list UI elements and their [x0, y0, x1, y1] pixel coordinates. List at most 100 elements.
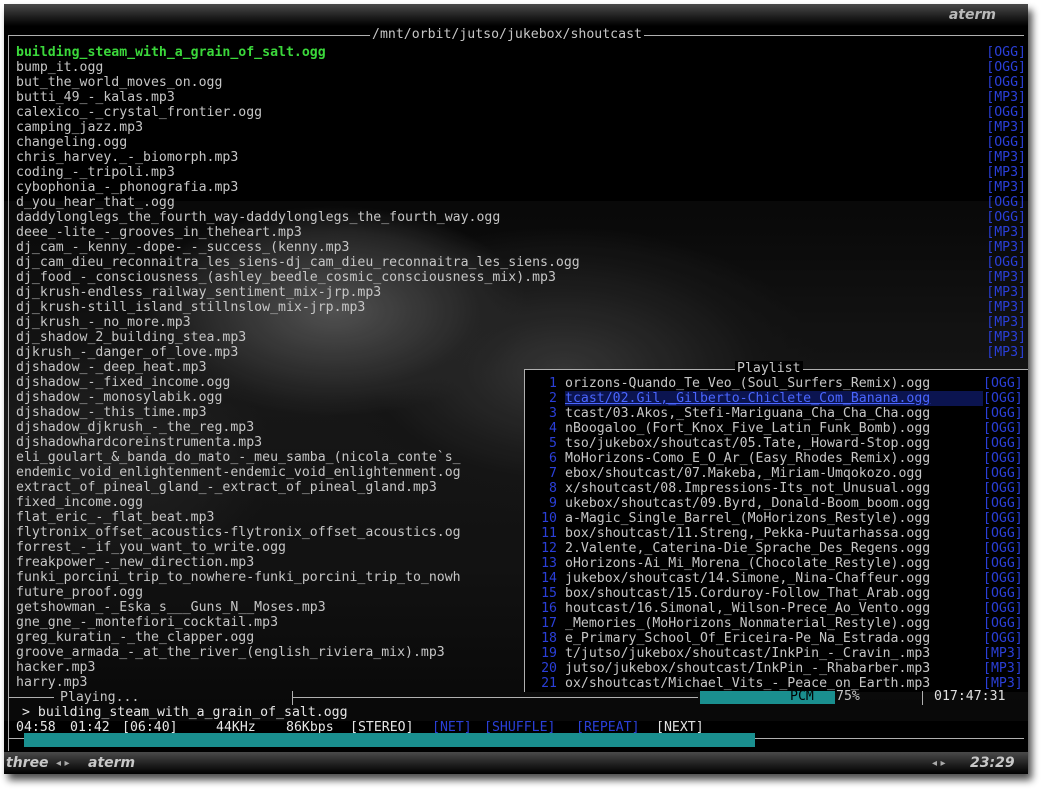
- file-row[interactable]: dj_shadow_2_building_stea.mp3 [MP3]: [16, 330, 1026, 345]
- playlist-number: 3: [549, 406, 557, 421]
- playlist-row[interactable]: 14 jukebox/shoutcast/14.Simone,_Nina-Chaf…: [527, 571, 1027, 586]
- playlist-track: e_Primary_School_Of_Ericeira-Pe_Na_Estra…: [565, 631, 931, 646]
- playlist-number: 6: [549, 451, 557, 466]
- playlist-row[interactable]: 20 jutso/jukebox/shoutcast/InkPin_-_Rhaba…: [527, 661, 1027, 676]
- playlist-items[interactable]: 1 orizons-Quando_Te_Veo_(Soul_Surfers_Rem…: [527, 376, 1027, 691]
- playlist-number: 18: [541, 631, 557, 646]
- playlist-track: ebox/shoutcast/07.Makeba,_Miriam-Umqokoz…: [565, 466, 923, 481]
- file-row[interactable]: cybophonia_-_phonografia.mp3 [MP3]: [16, 180, 1026, 195]
- playlist-row[interactable]: 18 e_Primary_School_Of_Ericeira-Pe_Na_Est…: [527, 631, 1027, 646]
- prev-window-icon[interactable]: ◂ ▸: [932, 758, 946, 769]
- playlist-row[interactable]: 17 _Memories_(MoHorizons_Nonmaterial_Rest…: [527, 616, 1027, 631]
- playlist-number: 15: [541, 586, 557, 601]
- file-row[interactable]: deee_-lite_-_grooves_in_theheart.mp3 [MP3…: [16, 225, 1026, 240]
- file-type: [OGG]: [986, 255, 1026, 270]
- playlist-row[interactable]: 5 tso/jukebox/shoutcast/05.Tate,_Howard-S…: [527, 436, 1027, 451]
- playlist-row[interactable]: 16 houtcast/16.Simonal,_Wilson-Prece_Ao_V…: [527, 601, 1027, 616]
- playlist-track: oHorizons-Ai_Mi_Morena_(Chocolate_Restyl…: [565, 556, 931, 571]
- file-row[interactable]: dj_cam_dieu_reconnaitra_les_siens-dj_cam…: [16, 255, 1026, 270]
- status-panel: Playing... PCM 75% 017:47:31 > building_…: [4, 689, 1028, 756]
- file-row[interactable]: d_you_hear_that_.ogg [OGG]: [16, 195, 1026, 210]
- playlist-type: [OGG]: [983, 421, 1023, 436]
- file-row[interactable]: building_steam_with_a_grain_of_salt.ogg […: [16, 45, 1026, 60]
- playlist-row[interactable]: 4 nBoogaloo_(Fort_Knox_Five_Latin_Funk_Bo…: [527, 421, 1027, 436]
- file-row[interactable]: dj_krush-endless_railway_sentiment_mix-j…: [16, 285, 1026, 300]
- file-row[interactable]: butti_49_-_kalas.mp3 [MP3]: [16, 90, 1026, 105]
- file-row[interactable]: dj_krush_-_no_more.mp3 [MP3]: [16, 315, 1026, 330]
- file-name: dj_krush-still_island_stillnslow_mix-jrp…: [16, 300, 366, 315]
- file-type: [MP3]: [986, 240, 1026, 255]
- file-type: [MP3]: [986, 345, 1026, 360]
- taskbar-app[interactable]: aterm: [88, 755, 135, 771]
- prev-desktop-icon[interactable]: ◂ ▸: [56, 758, 70, 769]
- playlist-row[interactable]: 13 oHorizons-Ai_Mi_Morena_(Chocolate_Rest…: [527, 556, 1027, 571]
- file-row[interactable]: coding_-_tripoli.mp3 [MP3]: [16, 165, 1026, 180]
- taskbar-clock: 23:29: [970, 755, 1015, 771]
- playlist-type: [OGG]: [983, 481, 1023, 496]
- file-row[interactable]: camping_jazz.mp3 [MP3]: [16, 120, 1026, 135]
- desktop-name[interactable]: three: [6, 755, 49, 771]
- file-type: [MP3]: [986, 120, 1026, 135]
- playlist-row[interactable]: 12 2.Valente,_Caterina-Die_Sprache_Des_Re…: [527, 541, 1027, 556]
- file-name: getshowman_-_Eska_s___Guns_N__Moses.mp3: [16, 600, 326, 615]
- file-row[interactable]: chris_harvey._-_biomorph.mp3 [MP3]: [16, 150, 1026, 165]
- playlist-number: 5: [549, 436, 557, 451]
- playlist-number: 7: [549, 466, 557, 481]
- file-type: [MP3]: [986, 180, 1026, 195]
- mixer-label: PCM: [790, 689, 814, 704]
- playlist-panel[interactable]: Playlist 1 orizons-Quando_Te_Veo_(Soul_Su…: [524, 361, 1028, 692]
- file-name: hacker.mp3: [16, 660, 96, 675]
- volume-bar[interactable]: [700, 691, 835, 704]
- file-row[interactable]: dj_cam_-_kenny_-dope-_-_success_(kenny.m…: [16, 240, 1026, 255]
- file-type: [OGG]: [986, 210, 1026, 225]
- file-name: dj_krush_-_no_more.mp3: [16, 315, 191, 330]
- file-row[interactable]: changeling.ogg [OGG]: [16, 135, 1026, 150]
- playlist-row[interactable]: 9 ukebox/shoutcast/09.Byrd,_Donald-Boom_b…: [527, 496, 1027, 511]
- playlist-row[interactable]: 3 tcast/03.Akos,_Stefi-Mariguana_Cha_Cha_…: [527, 406, 1027, 421]
- playlist-row[interactable]: 7 ebox/shoutcast/07.Makeba,_Miriam-Umqoko…: [527, 466, 1027, 481]
- playlist-track: box/shoutcast/11.Streng,_Pekka-Puutarhas…: [565, 526, 931, 541]
- file-row[interactable]: but_the_world_moves_on.ogg [OGG]: [16, 75, 1026, 90]
- title-bar[interactable]: aterm: [4, 4, 1028, 26]
- terminal-content[interactable]: /mnt/orbit/jutso/jukebox/shoutcast build…: [4, 26, 1028, 756]
- playlist-track: box/shoutcast/15.Corduroy-Follow_That_Ar…: [565, 586, 931, 601]
- playlist-row[interactable]: 1 orizons-Quando_Te_Veo_(Soul_Surfers_Rem…: [527, 376, 1027, 391]
- playlist-track: tcast/03.Akos,_Stefi-Mariguana_Cha_Cha_C…: [565, 406, 931, 421]
- file-row[interactable]: calexico_-_crystal_frontier.ogg [OGG]: [16, 105, 1026, 120]
- playlist-row[interactable]: 6 MoHorizons-Como_E_O_Ar_(Easy_Rhodes_Rem…: [527, 451, 1027, 466]
- playlist-row[interactable]: 8 x/shoutcast/08.Impressions-Its_not_Unus…: [527, 481, 1027, 496]
- playlist-track: tcast/02.Gil,_Gilberto-Chiclete_Com_Bana…: [565, 391, 983, 406]
- file-row[interactable]: djkrush_-_danger_of_love.mp3 [MP3]: [16, 345, 1026, 360]
- file-name: changeling.ogg: [16, 135, 128, 150]
- file-row[interactable]: bump_it.ogg [OGG]: [16, 60, 1026, 75]
- playlist-row[interactable]: 19 t/jutso/jukebox/shoutcast/InkPin_-_Cra…: [527, 646, 1027, 661]
- playlist-number: 13: [541, 556, 557, 571]
- file-name: fixed_income.ogg: [16, 495, 144, 510]
- file-type: [MP3]: [986, 315, 1026, 330]
- playlist-track: jukebox/shoutcast/14.Simone,_Nina-Chaffe…: [565, 571, 931, 586]
- playlist-row[interactable]: 10 a-Magic_Single_Barrel_(MoHorizons_Rest…: [527, 511, 1027, 526]
- file-name: gne_gne_-_montefiori_cocktail.mp3: [16, 615, 279, 630]
- taskbar[interactable]: three ◂ ▸ aterm ◂ ▸ 23:29: [4, 752, 1028, 774]
- file-name: eli_goulart_&_banda_do_mato_-_meu_samba_…: [16, 450, 461, 465]
- file-name: harry.mp3: [16, 675, 88, 690]
- playlist-track: _Memories_(MoHorizons_Nonmaterial_Restyl…: [565, 616, 931, 631]
- playlist-type: [OGG]: [983, 391, 1023, 406]
- file-name: calexico_-_crystal_frontier.ogg: [16, 105, 263, 120]
- playlist-track: tso/jukebox/shoutcast/05.Tate,_Howard-St…: [565, 436, 931, 451]
- playlist-row[interactable]: 2 tcast/02.Gil,_Gilberto-Chiclete_Com_Ban…: [527, 391, 1027, 406]
- playlist-row[interactable]: 15 box/shoutcast/15.Corduroy-Follow_That_…: [527, 586, 1027, 601]
- directory-path: /mnt/orbit/jutso/jukebox/shoutcast: [370, 27, 644, 42]
- terminal-window[interactable]: aterm /mnt/orbit/jutso/jukebox/shoutcast…: [4, 4, 1028, 774]
- clock: 017:47:31: [934, 689, 1006, 704]
- playlist-row[interactable]: 11 box/shoutcast/11.Streng,_Pekka-Puutarh…: [527, 526, 1027, 541]
- playlist-type: [OGG]: [983, 376, 1023, 391]
- file-row[interactable]: dj_krush-still_island_stillnslow_mix-jrp…: [16, 300, 1026, 315]
- playlist-number: 1: [549, 376, 557, 391]
- file-name: djshadow_-_deep_heat.mp3: [16, 360, 207, 375]
- file-type: [MP3]: [986, 300, 1026, 315]
- file-row[interactable]: dj_food_-_consciousness_(ashley_beedle_c…: [16, 270, 1026, 285]
- file-row[interactable]: daddylonglegs_the_fourth_way-daddylongle…: [16, 210, 1026, 225]
- progress-bar[interactable]: [24, 733, 755, 747]
- file-name: extract_of_pineal_gland_-_extract_of_pin…: [16, 480, 437, 495]
